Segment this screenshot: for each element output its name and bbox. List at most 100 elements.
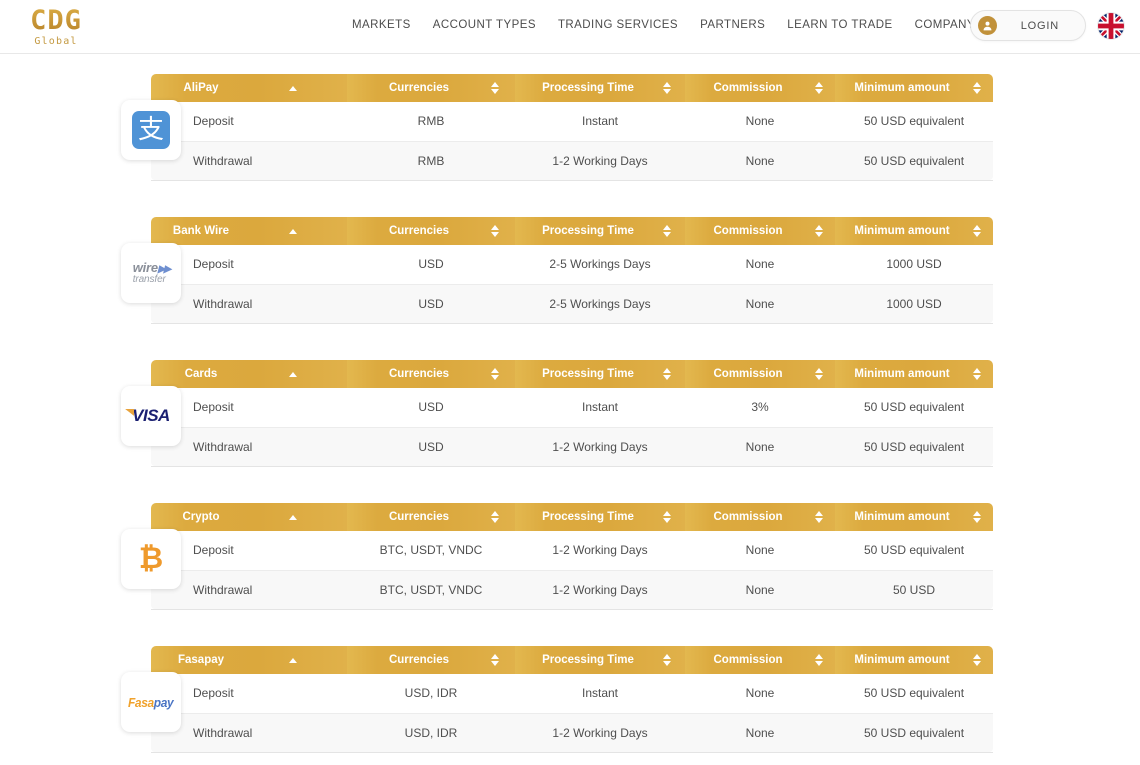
column-header-currencies[interactable]: Currencies xyxy=(347,646,515,674)
column-header-processing-time[interactable]: Processing Time xyxy=(515,360,685,388)
sort-icon xyxy=(491,368,499,380)
payment-logo-card: ₿ xyxy=(121,529,181,589)
column-header-minimum-amount[interactable]: Minimum amount xyxy=(835,646,993,674)
sort-icon xyxy=(815,368,823,380)
table-header: Cards Currencies Processing Time Commiss… xyxy=(151,360,993,388)
nav-item-company[interactable]: COMPANY xyxy=(915,19,975,31)
cell-minimum-amount: 50 USD equivalent xyxy=(835,674,993,714)
cell-commission: None xyxy=(685,245,835,285)
nav-item-markets[interactable]: MARKETS xyxy=(352,19,411,31)
cell-processing-time: Instant xyxy=(515,102,685,142)
cell-processing-time: 2-5 Workings Days xyxy=(515,284,685,324)
payment-method-table: AliPay Currencies Processing Time Commis… xyxy=(151,74,993,181)
column-label-commission: Commission xyxy=(713,511,783,523)
column-header-method[interactable]: Bank Wire xyxy=(151,217,347,245)
cell-minimum-amount: 50 USD equivalent xyxy=(835,102,993,142)
cell-commission: None xyxy=(685,674,835,714)
column-label-minimum-amount: Minimum amount xyxy=(854,654,950,666)
cell-commission: None xyxy=(685,570,835,610)
cell-commission: None xyxy=(685,713,835,753)
login-label: LOGIN xyxy=(1020,19,1059,32)
nav-item-learn-to-trade[interactable]: LEARN TO TRADE xyxy=(787,19,892,31)
nav-item-trading-services[interactable]: TRADING SERVICES xyxy=(558,19,678,31)
column-label-method: Cards xyxy=(184,368,218,380)
column-header-commission[interactable]: Commission xyxy=(685,74,835,102)
site-logo[interactable]: CDG Global xyxy=(16,7,96,47)
payment-logo-card: VISA xyxy=(121,386,181,446)
column-header-commission[interactable]: Commission xyxy=(685,360,835,388)
column-label-currencies: Currencies xyxy=(388,654,450,666)
column-header-method[interactable]: AliPay xyxy=(151,74,347,102)
sort-icon xyxy=(973,511,981,523)
cell-processing-time: 1-2 Working Days xyxy=(515,427,685,467)
cell-processing-time: 2-5 Workings Days xyxy=(515,245,685,285)
sort-ascending-icon xyxy=(289,228,297,234)
sort-icon xyxy=(663,511,671,523)
cell-processing-time: 1-2 Working Days xyxy=(515,713,685,753)
logo-subtitle: Global xyxy=(34,35,78,47)
column-label-method: Bank Wire xyxy=(172,225,230,237)
cell-commission: None xyxy=(685,141,835,181)
sort-icon xyxy=(815,654,823,666)
cell-minimum-amount: 50 USD equivalent xyxy=(835,427,993,467)
column-label-commission: Commission xyxy=(713,654,783,666)
cell-minimum-amount: 1000 USD xyxy=(835,284,993,324)
nav-item-partners[interactable]: PARTNERS xyxy=(700,19,765,31)
column-label-minimum-amount: Minimum amount xyxy=(854,368,950,380)
header-actions: LOGIN xyxy=(969,10,1124,41)
table-header: Bank Wire Currencies Processing Time Com… xyxy=(151,217,993,245)
payment-method-block-crypto: ₿ Crypto Currencies Processing Time Comm… xyxy=(0,503,1140,646)
column-label-processing-time: Processing Time xyxy=(542,511,634,523)
column-header-minimum-amount[interactable]: Minimum amount xyxy=(835,503,993,531)
column-header-minimum-amount[interactable]: Minimum amount xyxy=(835,74,993,102)
column-header-currencies[interactable]: Currencies xyxy=(347,217,515,245)
column-header-processing-time[interactable]: Processing Time xyxy=(515,503,685,531)
table-row: Deposit USD Instant 3% 50 USD equivalent xyxy=(151,388,993,428)
payment-logo-card: 支 xyxy=(121,100,181,160)
table-header: Fasapay Currencies Processing Time Commi… xyxy=(151,646,993,674)
column-header-method[interactable]: Cards xyxy=(151,360,347,388)
column-label-commission: Commission xyxy=(713,225,783,237)
sort-icon xyxy=(663,225,671,237)
column-header-minimum-amount[interactable]: Minimum amount xyxy=(835,217,993,245)
column-header-commission[interactable]: Commission xyxy=(685,646,835,674)
column-header-method[interactable]: Fasapay xyxy=(151,646,347,674)
nav-item-account-types[interactable]: ACCOUNT TYPES xyxy=(433,19,536,31)
column-header-processing-time[interactable]: Processing Time xyxy=(515,217,685,245)
cell-currencies: BTC, USDT, VNDC xyxy=(347,570,515,610)
payment-methods-list: 支 AliPay Currencies Processing Time Comm… xyxy=(0,54,1140,765)
column-header-currencies[interactable]: Currencies xyxy=(347,360,515,388)
table-row: Withdrawal USD 1-2 Working Days None 50 … xyxy=(151,427,993,467)
cell-processing-time: Instant xyxy=(515,388,685,428)
table-header: Crypto Currencies Processing Time Commis… xyxy=(151,503,993,531)
table-row: Deposit BTC, USDT, VNDC 1-2 Working Days… xyxy=(151,531,993,571)
table-row: Withdrawal USD, IDR 1-2 Working Days Non… xyxy=(151,713,993,753)
column-label-minimum-amount: Minimum amount xyxy=(854,82,950,94)
cell-currencies: USD, IDR xyxy=(347,713,515,753)
column-header-currencies[interactable]: Currencies xyxy=(347,74,515,102)
sort-icon xyxy=(973,368,981,380)
logo-wordmark: CDG xyxy=(30,4,82,36)
wire-transfer-icon: wire▶▶ transfer xyxy=(132,259,172,285)
column-header-commission[interactable]: Commission xyxy=(685,503,835,531)
column-header-commission[interactable]: Commission xyxy=(685,217,835,245)
cell-commission: None xyxy=(685,102,835,142)
table-row: Withdrawal USD 2-5 Workings Days None 10… xyxy=(151,284,993,324)
column-header-currencies[interactable]: Currencies xyxy=(347,503,515,531)
sort-icon xyxy=(815,511,823,523)
cell-minimum-amount: 50 USD equivalent xyxy=(835,531,993,571)
column-header-processing-time[interactable]: Processing Time xyxy=(515,74,685,102)
column-header-processing-time[interactable]: Processing Time xyxy=(515,646,685,674)
column-header-minimum-amount[interactable]: Minimum amount xyxy=(835,360,993,388)
column-label-method: Crypto xyxy=(182,511,220,523)
payment-logo-card: wire▶▶ transfer xyxy=(121,243,181,303)
user-icon xyxy=(977,16,997,35)
bitcoin-icon: ₿ xyxy=(138,541,164,576)
column-label-currencies: Currencies xyxy=(388,82,450,94)
cell-currencies: USD xyxy=(347,245,515,285)
login-button[interactable]: LOGIN xyxy=(969,10,1086,41)
column-label-currencies: Currencies xyxy=(388,511,450,523)
payment-method-table: Fasapay Currencies Processing Time Commi… xyxy=(151,646,993,753)
column-header-method[interactable]: Crypto xyxy=(151,503,347,531)
united-kingdom-flag-icon[interactable] xyxy=(1098,12,1124,39)
